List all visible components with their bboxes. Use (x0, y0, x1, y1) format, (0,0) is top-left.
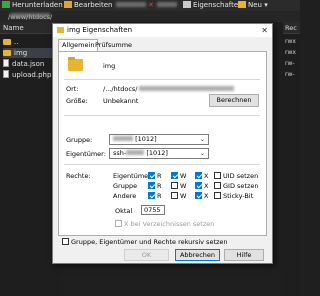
execute-label: X (204, 172, 209, 180)
group-row-label: Gruppe (113, 182, 138, 190)
folder-icon (3, 39, 11, 45)
group-read-checkbox[interactable] (148, 182, 155, 189)
group-select[interactable]: [1012] ⌄ (109, 134, 209, 145)
location-value: /.../htdocs/ (103, 85, 234, 93)
octal-label: Oktal (115, 207, 133, 215)
others-write-checkbox[interactable] (171, 192, 178, 199)
owner-select[interactable]: ssh- [1012] ⌄ (109, 148, 209, 159)
divider (64, 164, 260, 165)
read-label: R (157, 192, 162, 200)
group-write-checkbox[interactable] (171, 182, 178, 189)
divider (64, 115, 260, 116)
setgid-checkbox[interactable] (214, 182, 221, 189)
calculate-button[interactable]: Berechnen (209, 94, 259, 107)
properties-button[interactable]: Eigenschaften (183, 1, 243, 10)
toolbar: Herunterladen Bearbeiten ✕ Eigenschaften… (0, 0, 300, 11)
dialog-title: img Eigenschaften (67, 26, 133, 34)
owner-row-label: Eigentümer (113, 172, 151, 180)
setgid-label: GID setzen (223, 182, 259, 190)
group-execute-checkbox[interactable] (195, 182, 202, 189)
rights-value: rwx (285, 38, 296, 45)
file-icon (3, 70, 9, 78)
dialog-title-bar: img Eigenschaften ✕ (53, 24, 272, 37)
chevron-down-icon: ⌄ (199, 136, 205, 143)
execute-label: X (204, 192, 209, 200)
recursive-label: Gruppe, Eigentümer und Rechte rekursiv s… (71, 238, 228, 246)
cancel-button[interactable]: Abbrechen (175, 249, 220, 261)
path-bar[interactable]: /www/htdocs/ (0, 11, 300, 22)
close-icon[interactable]: ✕ (261, 24, 268, 37)
delete-icon[interactable]: ✕ (148, 1, 154, 10)
toolbar-redacted-2 (157, 1, 179, 10)
rights-column: Rec rwx rwx rw- rw- (283, 22, 300, 296)
toolbar-redacted (116, 1, 148, 10)
list-item[interactable]: upload.php (3, 70, 51, 80)
properties-dialog: img Eigenschaften ✕ Allgemein Prüfsumme … (52, 23, 273, 264)
general-panel: img Ort: /.../htdocs/ Größe: Unbekannt B… (58, 51, 267, 236)
execute-label: X (204, 182, 209, 190)
location-label: Ort: (66, 85, 79, 93)
folder-icon (68, 57, 83, 71)
list-item[interactable]: data.json (3, 59, 44, 69)
x-dirs-checkbox[interactable] (115, 220, 122, 227)
chevron-down-icon: ⌄ (199, 150, 205, 157)
size-value: Unbekannt (103, 97, 139, 105)
read-label: R (157, 182, 162, 190)
write-label: W (180, 182, 187, 190)
rights-column-header[interactable]: Rec (283, 22, 300, 34)
owner-read-checkbox[interactable] (148, 172, 155, 179)
file-icon (3, 59, 9, 67)
rights-value: rwx (285, 49, 296, 56)
ok-button[interactable]: OK (124, 249, 169, 261)
sticky-bit-label: Sticky-Bit (223, 192, 254, 200)
tab-checksum[interactable]: Prüfsumme (92, 40, 135, 51)
write-label: W (180, 172, 187, 180)
help-button[interactable]: Hilfe (224, 249, 264, 261)
file-name: img (103, 62, 116, 70)
write-label: W (180, 192, 187, 200)
divider (64, 79, 260, 80)
owner-label: Eigentümer: (66, 150, 106, 158)
list-item[interactable]: .. (3, 37, 18, 47)
x-dirs-label: X bei Verzeichnissen setzen (124, 220, 215, 228)
setuid-checkbox[interactable] (214, 172, 221, 179)
edit-button[interactable]: Bearbeiten (64, 1, 112, 10)
folder-icon (57, 27, 64, 33)
download-button[interactable]: Herunterladen (2, 1, 63, 10)
properties-icon (183, 1, 191, 8)
list-item[interactable]: img (3, 48, 59, 58)
others-read-checkbox[interactable] (148, 192, 155, 199)
size-label: Größe: (66, 97, 88, 105)
rights-label: Rechte: (66, 172, 91, 180)
owner-execute-checkbox[interactable] (195, 172, 202, 179)
folder-icon (3, 50, 11, 56)
group-label: Gruppe: (66, 136, 93, 144)
sticky-bit-checkbox[interactable] (214, 192, 221, 199)
others-execute-checkbox[interactable] (195, 192, 202, 199)
new-button[interactable]: Neu ▾ (238, 1, 268, 10)
read-label: R (157, 172, 162, 180)
others-row-label: Andere (113, 192, 137, 200)
owner-write-checkbox[interactable] (171, 172, 178, 179)
edit-icon (64, 1, 72, 8)
rights-value: rw- (285, 60, 295, 67)
download-icon (2, 1, 10, 8)
recursive-checkbox[interactable] (62, 238, 69, 245)
new-icon (238, 1, 246, 8)
setuid-label: UID setzen (223, 172, 259, 180)
octal-input[interactable]: 0755 (141, 205, 165, 215)
rights-value: rw- (285, 71, 295, 78)
